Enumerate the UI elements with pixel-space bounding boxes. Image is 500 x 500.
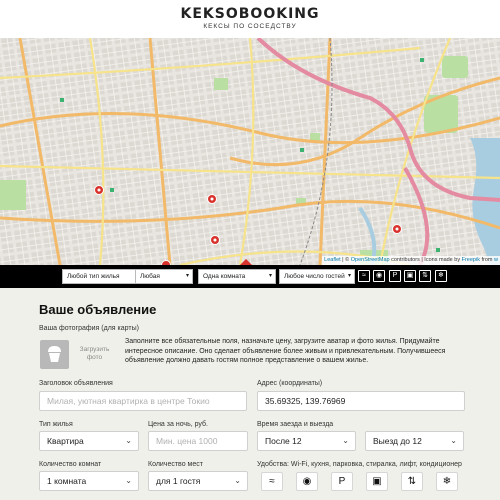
feature-washer-icon[interactable]: ▣ [366, 472, 388, 491]
guests-filter[interactable]: Любое число гостей ▾ [279, 269, 355, 284]
filter-conditioner-icon[interactable]: ❄ [435, 270, 447, 282]
filter-elevator-icon[interactable]: ⇅ [419, 270, 431, 282]
rooms-filter[interactable]: Одна комната ▾ [198, 269, 276, 284]
capacity-label: Количество мест [148, 461, 203, 468]
chevron-down-icon: ▾ [185, 273, 189, 279]
title-input[interactable]: Милая, уютная квартирка в центре Токио [39, 391, 247, 411]
freepik-link[interactable]: Freepik [462, 257, 480, 263]
upload-photo-button[interactable]: Загрузить фото [78, 339, 111, 369]
chevron-down-icon: ⌄ [234, 476, 241, 485]
feature-wifi-icon[interactable]: ≈ [261, 472, 283, 491]
filter-washer-icon[interactable]: ▣ [404, 270, 416, 282]
feature-dishwasher-icon[interactable]: ◉ [296, 472, 318, 491]
feature-parking-icon[interactable]: P [331, 472, 353, 491]
feature-elevator-icon[interactable]: ⇅ [401, 472, 423, 491]
address-input[interactable]: 35.69325, 139.76969 [257, 391, 465, 411]
form-description: Заполните все обязательные поля, назначь… [125, 338, 446, 364]
map-pin[interactable] [392, 224, 402, 234]
type-select[interactable]: Квартира ⌄ [39, 431, 139, 451]
avatar-preview [40, 340, 69, 369]
chevron-down-icon: ⌄ [125, 476, 132, 485]
capacity-select[interactable]: для 1 гостя ⌄ [148, 471, 248, 491]
map[interactable]: Leaflet | © OpenStreetMap contributors |… [0, 38, 500, 265]
map-pin[interactable] [207, 194, 217, 204]
price-label: Цена за ночь, руб. [148, 421, 208, 428]
price-input[interactable]: Мин. цена 1000 [148, 431, 248, 451]
osm-link[interactable]: OpenStreetMap [351, 257, 390, 263]
filter-wifi-icon[interactable]: ≈ [358, 270, 370, 282]
map-pin[interactable] [210, 235, 220, 245]
filter-parking-icon[interactable]: P [389, 270, 401, 282]
muffin-icon [48, 346, 61, 362]
checkout-select[interactable]: Выезд до 12 ⌄ [365, 431, 464, 451]
form-heading: Ваше объявление [39, 302, 157, 317]
chevron-down-icon: ▾ [347, 273, 351, 279]
map-filters: Любой тип жилья▾ Любая▾ Одна комната▾ Лю… [0, 265, 500, 288]
photo-label: Ваша фотография (для карты) [39, 325, 139, 332]
leaflet-link[interactable]: Leaflet [324, 257, 341, 263]
map-tiles [0, 38, 500, 265]
rooms-label: Количество комнат [39, 461, 102, 468]
checkin-select[interactable]: После 12 ⌄ [257, 431, 356, 451]
site-logo[interactable]: KEKSOBOOKING [0, 0, 500, 21]
title-label: Заголовок объявления [39, 380, 113, 387]
chevron-down-icon: ⌄ [125, 436, 132, 445]
time-label: Время заезда и выезда [257, 421, 334, 428]
filter-dishwasher-icon[interactable]: ◉ [373, 270, 385, 282]
address-label: Адрес (координаты) [257, 380, 323, 387]
map-pin[interactable] [94, 185, 104, 195]
chevron-down-icon: ⌄ [450, 436, 457, 445]
site-header: KEKSOBOOKING КЕКСЫ ПО СОСЕДСТВУ [0, 0, 500, 38]
site-tagline: КЕКСЫ ПО СОСЕДСТВУ [203, 23, 297, 30]
chevron-down-icon: ▾ [268, 273, 272, 279]
price-filter[interactable]: Любая ▾ [135, 269, 193, 284]
rooms-select[interactable]: 1 комната ⌄ [39, 471, 139, 491]
type-label: Тип жилья [39, 421, 73, 428]
feature-conditioner-icon[interactable]: ❄ [436, 472, 458, 491]
features-label: Удобства: Wi-Fi, кухня, парковка, стирал… [257, 461, 462, 468]
map-attribution: Leaflet | © OpenStreetMap contributors |… [322, 256, 500, 265]
flaticon-link[interactable]: w [494, 257, 498, 263]
chevron-down-icon: ⌄ [342, 436, 349, 445]
